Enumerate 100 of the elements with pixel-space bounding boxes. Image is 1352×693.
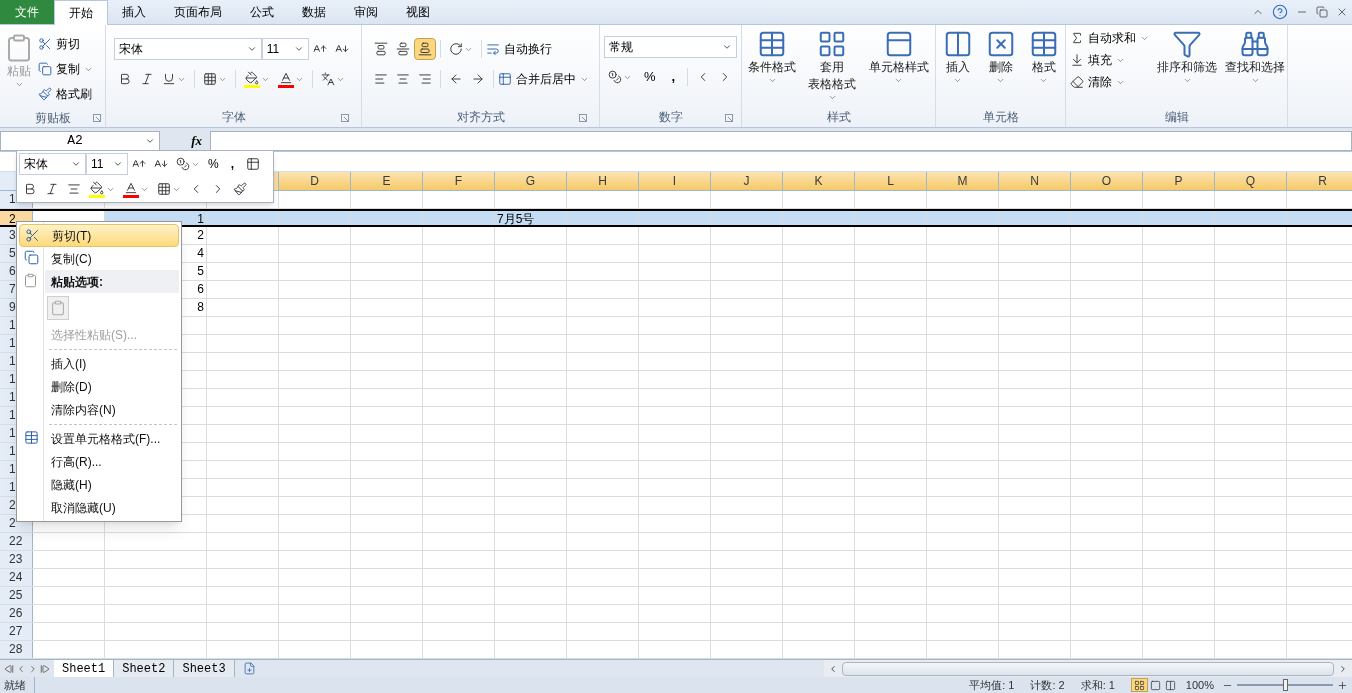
column-header[interactable]: K <box>783 172 855 190</box>
cell-text: 8 <box>197 300 204 314</box>
menu-item[interactable]: 复制(C) <box>19 247 179 270</box>
row-header[interactable]: 26 <box>0 605 33 622</box>
help-icon[interactable] <box>1272 4 1288 20</box>
row-header[interactable]: 25 <box>0 587 33 604</box>
cells-button[interactable]: 删除 <box>981 25 1020 105</box>
ribbon-tab[interactable]: 插入 <box>108 0 160 24</box>
status-text: 就绪 <box>4 676 35 693</box>
style-button[interactable]: 条件格式 <box>744 25 801 105</box>
style-button[interactable]: 套用 表格格式 <box>804 25 861 105</box>
merge-center-button[interactable]: 合并后居中 <box>498 70 589 88</box>
selected-row[interactable]: 2 1 7月5号 <box>0 209 1352 227</box>
file-tab[interactable]: 文件 <box>0 0 54 24</box>
ribbon-tab[interactable]: 公式 <box>236 0 288 24</box>
close-icon[interactable] <box>1336 6 1348 18</box>
dialog-launcher-icon[interactable] <box>341 114 349 122</box>
menu-item[interactable]: 剪切(T) <box>19 224 179 247</box>
font-size-field[interactable]: 11 <box>86 153 128 175</box>
number-format-field[interactable]: 常规 <box>604 36 737 58</box>
style-button[interactable]: 单元格样式 <box>864 25 933 105</box>
format-painter-button[interactable]: 格式刷 <box>38 83 93 105</box>
column-header[interactable]: Q <box>1215 172 1287 190</box>
row-header[interactable]: 22 <box>0 533 33 550</box>
dialog-launcher-icon[interactable] <box>93 114 101 122</box>
comma-button[interactable]: , <box>222 155 242 173</box>
editing-button[interactable]: 填充 <box>1070 49 1149 71</box>
row-header[interactable]: 27 <box>0 623 33 640</box>
last-sheet-icon[interactable] <box>40 663 50 674</box>
name-box[interactable]: A2 <box>0 130 160 151</box>
dialog-launcher-icon[interactable] <box>725 114 733 122</box>
next-sheet-icon[interactable] <box>28 663 38 674</box>
percent-button[interactable]: % <box>636 67 664 87</box>
horizontal-scrollbar[interactable] <box>823 660 1352 677</box>
column-header[interactable]: P <box>1143 172 1215 190</box>
sheet-tab[interactable]: Sheet1 <box>54 660 115 677</box>
view-button[interactable] <box>1130 678 1148 692</box>
previous-sheet-icon[interactable] <box>16 663 26 674</box>
menu-item[interactable]: 插入(I) <box>19 352 179 375</box>
comma-button[interactable]: , <box>663 67 684 87</box>
dialog-launcher-icon[interactable] <box>579 114 587 122</box>
cell-text: 4 <box>197 246 204 260</box>
clipboard-icon <box>50 300 66 316</box>
menu-item[interactable]: 设置单元格格式(F)... <box>19 427 179 450</box>
ribbon-tab[interactable]: 页面布局 <box>160 0 236 24</box>
ribbon-tab[interactable]: 开始 <box>54 0 108 25</box>
row-header[interactable]: 23 <box>0 551 33 568</box>
column-header[interactable]: L <box>855 172 927 190</box>
column-header[interactable]: O <box>1071 172 1143 190</box>
ribbon-tab[interactable]: 视图 <box>392 0 444 24</box>
column-header[interactable]: H <box>567 172 639 190</box>
ribbon-tab[interactable]: 审阅 <box>340 0 392 24</box>
first-sheet-icon[interactable] <box>4 663 14 674</box>
vertical-align-button[interactable] <box>414 38 436 60</box>
copy-button[interactable]: 复制 <box>38 58 93 80</box>
column-header[interactable]: F <box>423 172 495 190</box>
caret-icon <box>1039 76 1048 85</box>
merge-center-icon <box>246 157 260 171</box>
menu-item[interactable]: 隐藏(H) <box>19 473 179 496</box>
row-header[interactable]: 24 <box>0 569 33 586</box>
sheet-tab[interactable]: Sheet2 <box>114 660 175 677</box>
restore-icon[interactable] <box>1316 6 1328 18</box>
column-header[interactable]: G <box>495 172 567 190</box>
font-name-field[interactable]: 宋体 <box>114 38 262 60</box>
zoom-in-icon[interactable] <box>1337 679 1348 691</box>
percent-button[interactable]: % <box>204 155 223 173</box>
insert-function-button[interactable]: fx <box>191 130 202 151</box>
cells-button[interactable]: 插入 <box>938 25 977 105</box>
editing-button[interactable]: 自动求和 <box>1070 27 1149 49</box>
formula-input[interactable] <box>210 130 1352 151</box>
sheet-tab[interactable]: Sheet3 <box>174 660 235 677</box>
wrap-text-button[interactable]: 自动换行 <box>486 40 552 58</box>
cell-text: 6 <box>197 282 204 296</box>
column-header[interactable]: R <box>1287 172 1352 190</box>
editing-button[interactable]: 清除 <box>1070 71 1149 93</box>
menu-item[interactable]: 清除内容(N) <box>19 398 179 421</box>
column-header[interactable]: J <box>711 172 783 190</box>
font-size-field[interactable]: 11 <box>261 38 309 60</box>
cell-text: 7月5号 <box>497 212 535 226</box>
group-label: 对齐方式 <box>456 109 505 126</box>
zoom-slider-thumb[interactable] <box>1283 679 1288 691</box>
editing-large-button[interactable]: 排序和筛选 <box>1153 25 1221 105</box>
ribbon-tab[interactable]: 数据 <box>288 0 340 24</box>
sigma-icon <box>1070 31 1084 45</box>
cells-button[interactable]: 格式 <box>1024 25 1063 105</box>
italic-icon <box>45 182 59 196</box>
column-header[interactable]: M <box>927 172 999 190</box>
column-header[interactable]: D <box>279 172 351 190</box>
menu-item[interactable]: 删除(D) <box>19 375 179 398</box>
menu-item[interactable]: 行高(R)... <box>19 450 179 473</box>
group-label: 单元格 <box>982 109 1019 126</box>
column-header[interactable]: E <box>351 172 423 190</box>
editing-large-button[interactable]: 查找和选择 <box>1221 25 1289 105</box>
column-header[interactable]: I <box>639 172 711 190</box>
cut-button[interactable]: 剪切 <box>38 33 93 55</box>
zoom-level-text[interactable]: 100% <box>1185 676 1214 693</box>
font-name-field[interactable]: 宋体 <box>19 153 86 175</box>
row-header[interactable]: 28 <box>0 641 33 658</box>
new-sheet-icon[interactable] <box>242 662 256 675</box>
column-header[interactable]: N <box>999 172 1071 190</box>
